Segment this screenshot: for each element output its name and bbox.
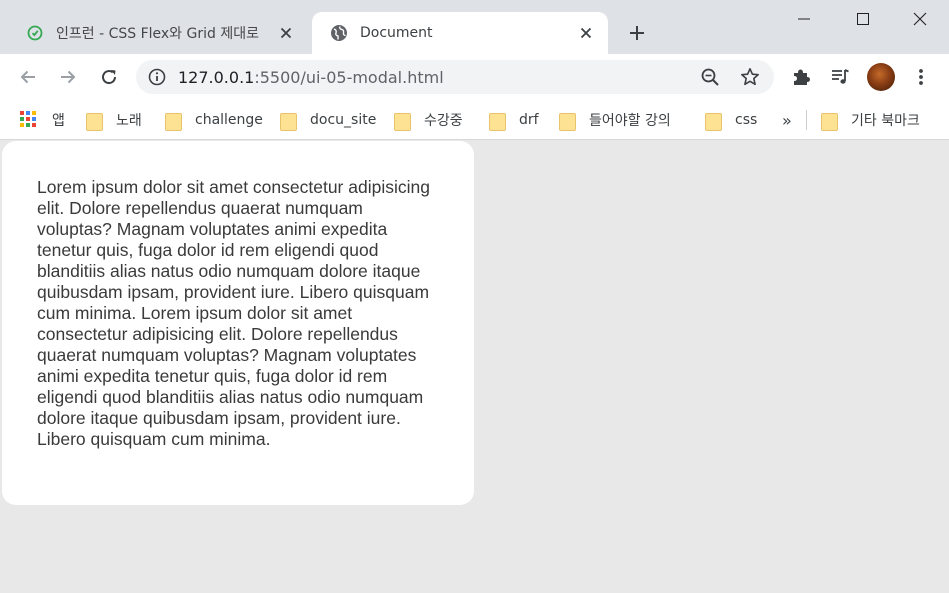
bookmark-label: docu_site	[310, 112, 377, 128]
new-tab-button[interactable]	[624, 20, 650, 46]
bookmark-folder[interactable]: 노래	[86, 108, 142, 132]
modal-dialog: Lorem ipsum dolor sit amet consectetur a…	[2, 141, 474, 505]
address-bar[interactable]: 127.0.0.1:5500/ui-05-modal.html	[136, 60, 774, 94]
bookmarks-divider	[806, 110, 807, 130]
folder-icon	[821, 111, 838, 131]
folder-icon	[489, 111, 506, 131]
back-button[interactable]	[14, 63, 42, 91]
bookmark-label: 기타 북마크	[851, 113, 920, 129]
bookmark-label: drf	[519, 112, 539, 128]
bookmark-label: 들어야할 강의	[589, 113, 671, 129]
bookmark-folder[interactable]: 들어야할 강의	[559, 108, 671, 132]
bookmark-label: 노래	[116, 113, 142, 129]
bookmark-label: 수강중	[424, 113, 463, 129]
bookmark-label: css	[735, 112, 758, 128]
page-content: Lorem ipsum dolor sit amet consectetur a…	[0, 141, 949, 593]
bookmarks-bar: 앱 노래 challenge docu_site 수강중 drf 들어야할 강의…	[0, 100, 949, 140]
maximize-button[interactable]	[840, 4, 886, 34]
info-icon[interactable]	[148, 68, 166, 86]
bookmarks-overflow-button[interactable]: »	[782, 108, 792, 132]
zoom-out-icon[interactable]	[698, 65, 722, 89]
bookmark-label: 앱	[52, 113, 65, 129]
globe-icon	[330, 24, 348, 42]
url-text: 127.0.0.1:5500/ui-05-modal.html	[178, 68, 444, 87]
apps-grid-icon	[20, 111, 38, 129]
bookmark-folder[interactable]: docu_site	[280, 108, 376, 132]
bookmark-folder[interactable]: challenge	[165, 108, 263, 132]
bookmark-label: challenge	[195, 112, 263, 128]
bookmark-other-folder[interactable]: 기타 북마크	[821, 108, 920, 132]
folder-icon	[559, 111, 576, 131]
tab-title: 인프런 - CSS Flex와 Grid 제대로	[56, 26, 259, 42]
url-path: :5500/ui-05-modal.html	[254, 68, 444, 87]
puzzle-icon[interactable]	[787, 63, 815, 91]
folder-icon	[280, 111, 297, 131]
kebab-menu-icon[interactable]	[907, 63, 935, 91]
folder-icon	[86, 111, 103, 131]
star-icon[interactable]	[738, 65, 762, 89]
url-host: 127.0.0.1	[178, 68, 255, 87]
forward-button[interactable]	[54, 63, 82, 91]
bookmark-folder[interactable]: css	[705, 108, 757, 132]
reload-button[interactable]	[95, 63, 123, 91]
profile-avatar[interactable]	[867, 63, 895, 91]
bookmark-apps[interactable]: 앱	[20, 108, 65, 132]
modal-text: Lorem ipsum dolor sit amet consectetur a…	[37, 177, 430, 449]
folder-icon	[165, 111, 182, 131]
minimize-button[interactable]	[781, 4, 827, 34]
bookmark-folder[interactable]: 수강중	[394, 108, 463, 132]
tab-inflearn[interactable]: 인프런 - CSS Flex와 Grid 제대로	[8, 12, 308, 54]
folder-icon	[705, 111, 722, 131]
chevron-right-icon: »	[782, 110, 792, 130]
close-tab-icon[interactable]	[574, 21, 598, 45]
bookmark-folder[interactable]: drf	[489, 108, 539, 132]
tab-document[interactable]: Document	[312, 12, 608, 54]
close-tab-icon[interactable]	[274, 21, 298, 45]
window-close-button[interactable]	[897, 4, 943, 34]
folder-icon	[394, 111, 411, 131]
inflearn-icon	[26, 24, 44, 42]
tab-title: Document	[360, 25, 433, 41]
browser-toolbar: 127.0.0.1:5500/ui-05-modal.html	[0, 54, 949, 100]
tab-strip: 인프런 - CSS Flex와 Grid 제대로 Document	[0, 0, 949, 54]
media-control-icon[interactable]	[826, 63, 854, 91]
